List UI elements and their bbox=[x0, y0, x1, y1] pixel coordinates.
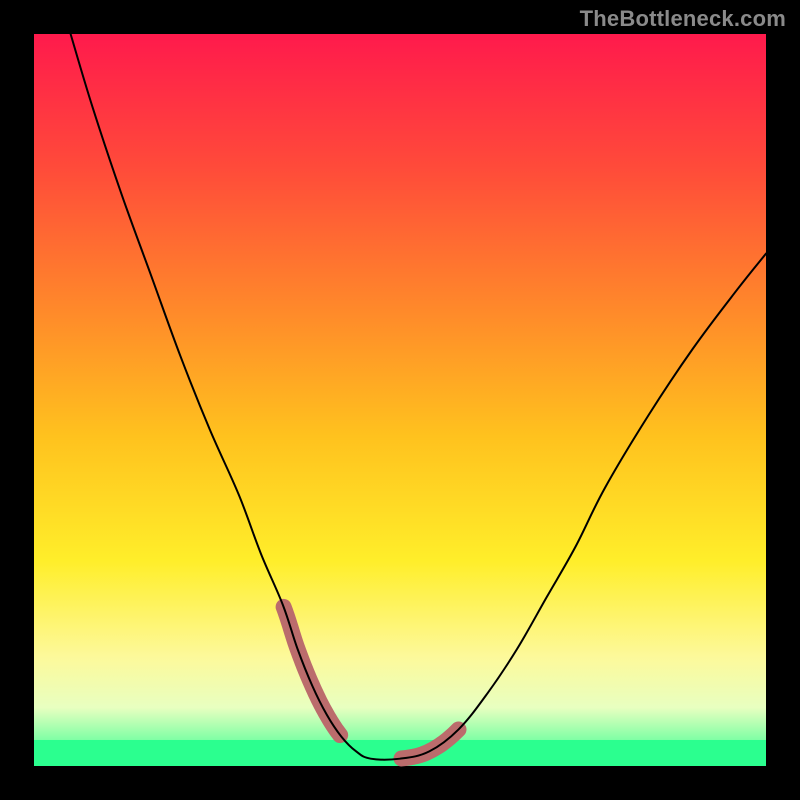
watermark-label: TheBottleneck.com bbox=[580, 6, 786, 32]
chart-frame: TheBottleneck.com bbox=[0, 0, 800, 800]
bottleneck-curve bbox=[71, 34, 766, 760]
bottleneck-curve-chart bbox=[34, 34, 766, 766]
right-valley-marker bbox=[402, 729, 459, 758]
left-valley-marker bbox=[284, 607, 341, 735]
